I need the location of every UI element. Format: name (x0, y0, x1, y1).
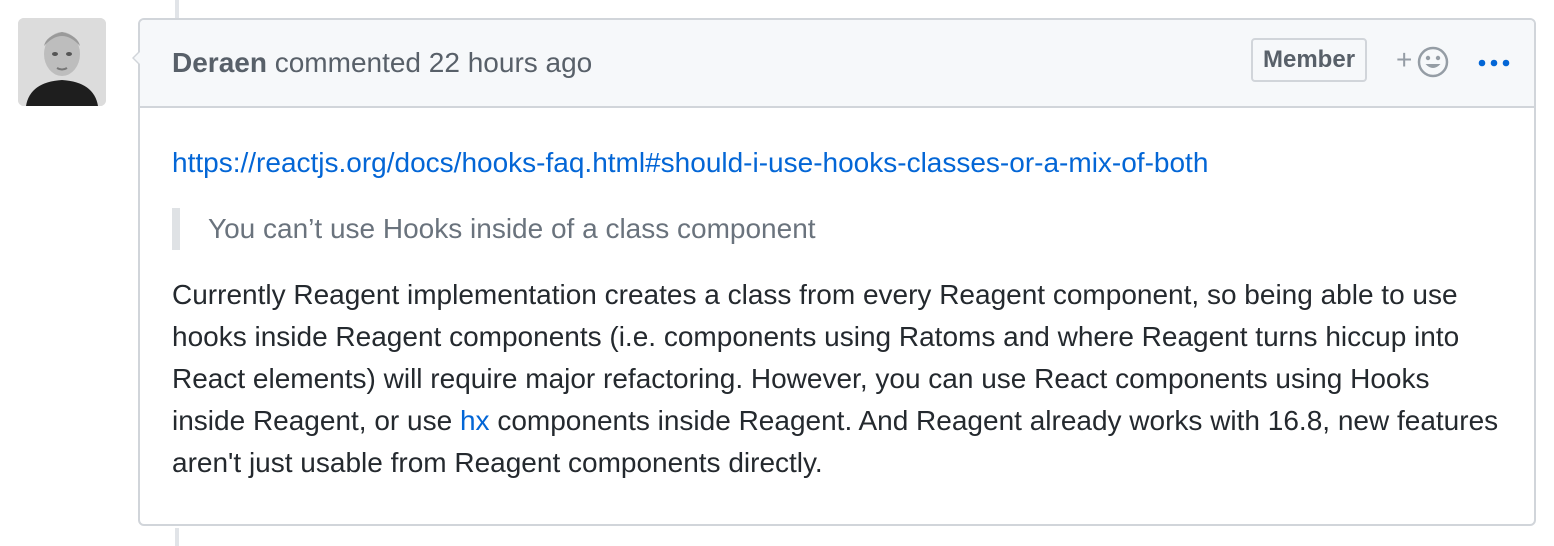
smiley-icon (1417, 46, 1449, 78)
hx-link[interactable]: hx (460, 405, 490, 436)
avatar-image (18, 18, 106, 106)
quote-block: You can’t use Hooks inside of a class co… (172, 208, 1502, 250)
timestamp-link[interactable]: 22 hours ago (429, 47, 592, 78)
timeline-line-bottom (175, 528, 179, 546)
comment-box: Deraen commented 22 hours ago Member + h… (132, 18, 1536, 526)
author-link[interactable]: Deraen (172, 47, 267, 78)
add-reaction-button[interactable]: + (1396, 44, 1456, 79)
comment-header-text: Deraen commented 22 hours ago (172, 46, 592, 80)
hooks-faq-link[interactable]: https://reactjs.org/docs/hooks-faq.html#… (172, 147, 1208, 178)
plus-label: + (1396, 44, 1413, 75)
member-badge: Member (1251, 38, 1368, 82)
timeline-line-top (175, 0, 179, 18)
comment-header: Deraen commented 22 hours ago Member + (140, 20, 1534, 108)
kebab-horizontal-icon[interactable] (1476, 46, 1512, 80)
link-paragraph: https://reactjs.org/docs/hooks-faq.html#… (172, 142, 1502, 184)
comment-action-text: commented (266, 47, 429, 78)
comment-paragraph: Currently Reagent implementation creates… (172, 274, 1502, 484)
quote-text: You can’t use Hooks inside of a class co… (208, 213, 816, 244)
comment-body: https://reactjs.org/docs/hooks-faq.html#… (140, 108, 1534, 484)
avatar[interactable] (18, 18, 106, 106)
